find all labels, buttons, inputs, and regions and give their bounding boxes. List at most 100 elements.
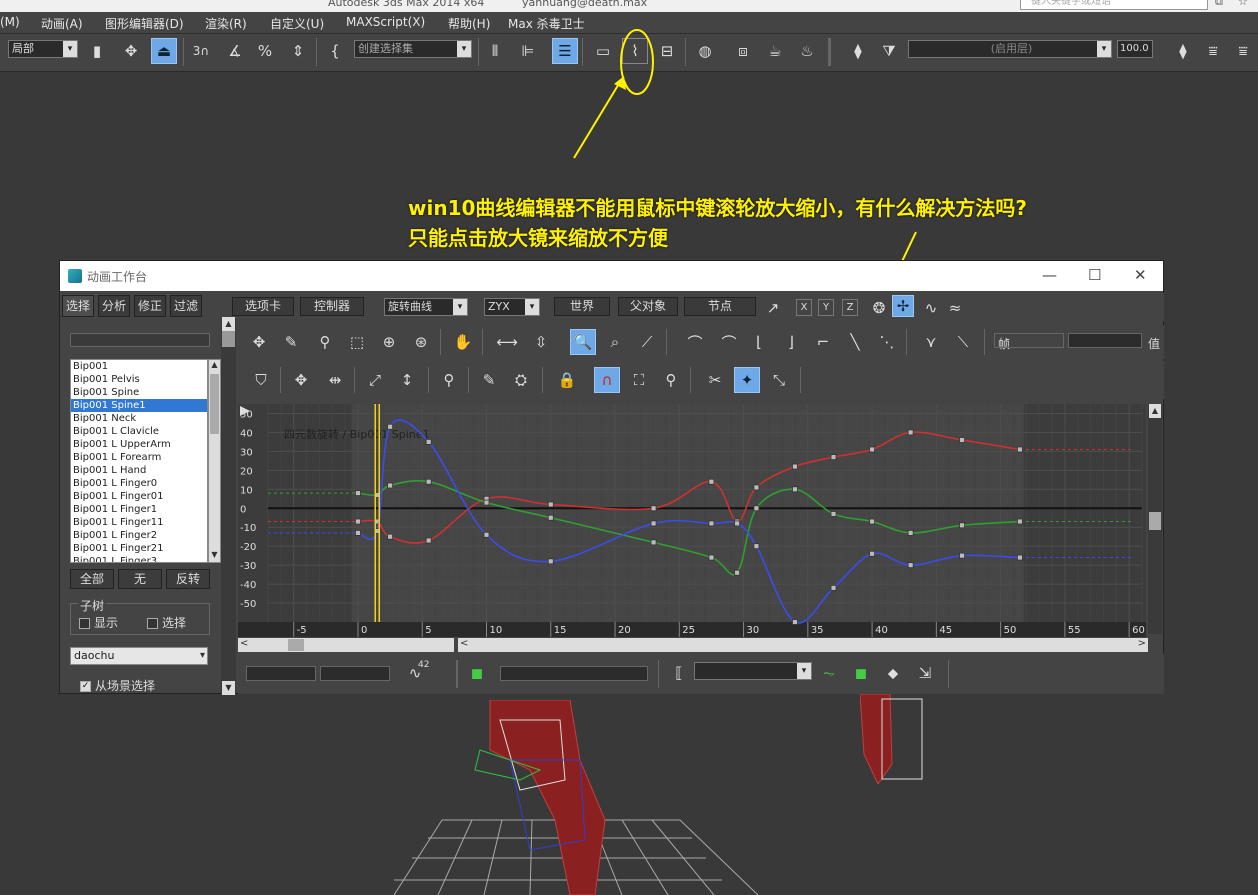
key-point[interactable]: [650, 505, 657, 512]
curve-vertical-scrollbar[interactable]: ▲: [1148, 404, 1162, 634]
mirror-icon[interactable]: ⫴: [482, 38, 508, 64]
bone-list-item[interactable]: Bip001 L Forearm: [71, 451, 207, 464]
show-all-tangents-icon[interactable]: ⤡: [766, 367, 792, 393]
select-all-button[interactable]: 全部: [70, 569, 114, 589]
isolate-curve-icon[interactable]: ⟋: [634, 329, 660, 355]
frame-horizontal-icon[interactable]: ⟷: [494, 329, 520, 355]
bottom-field-2[interactable]: [320, 666, 390, 681]
move-keys-icon[interactable]: ✥: [246, 329, 272, 355]
scroll-down-icon[interactable]: ▼: [209, 550, 220, 562]
layer-dropdown[interactable]: (启用层) ▾: [908, 40, 1112, 58]
layer-extra-icon[interactable]: ⩸: [1230, 38, 1256, 64]
invert-selection-button[interactable]: 反转: [166, 569, 210, 589]
tangent-fast-icon[interactable]: ⌊: [746, 329, 772, 355]
scroll-thumb[interactable]: [210, 374, 219, 434]
frame-field[interactable]: [994, 333, 1064, 348]
menu-item-antivirus[interactable]: Max 杀毒卫士: [508, 15, 585, 32]
snap-toggle-icon[interactable]: 3 ∩: [188, 38, 214, 64]
export-icon[interactable]: ⇲: [912, 660, 938, 686]
render-setup-icon[interactable]: ⧈: [730, 38, 756, 64]
binoculars-icon[interactable]: ⧉: [1215, 0, 1223, 9]
key-point[interactable]: [425, 478, 432, 485]
remove-object-icon[interactable]: ⬥: [880, 660, 906, 686]
layer-stack-icon[interactable]: ⩸: [1200, 38, 1226, 64]
retime-tool-icon[interactable]: ⊕: [376, 329, 402, 355]
key-point[interactable]: [387, 423, 394, 430]
bottom-field-1[interactable]: [246, 666, 316, 681]
minimize-button[interactable]: —: [1042, 266, 1057, 284]
y-axis-button[interactable]: Y: [818, 299, 834, 316]
bone-list-item[interactable]: Bip001 Neck: [71, 412, 207, 425]
name-filter-field[interactable]: [70, 333, 210, 347]
key-point[interactable]: [907, 530, 914, 536]
angle-snap-icon[interactable]: ∡: [222, 38, 248, 64]
scale-keys-icon[interactable]: ⤢: [362, 367, 388, 393]
tab-fix[interactable]: 修正: [134, 295, 166, 317]
menu-item-graph-editors[interactable]: 图形编辑器(D): [105, 15, 184, 32]
node-button[interactable]: 节点: [684, 297, 756, 316]
key-point[interactable]: [753, 505, 760, 512]
key-point[interactable]: [547, 501, 554, 508]
key-point[interactable]: [869, 446, 875, 453]
key-point[interactable]: [708, 520, 715, 527]
layer-create-icon[interactable]: ⧫: [845, 38, 871, 64]
manage-layers-icon[interactable]: ☰: [552, 38, 578, 64]
scale-values-icon[interactable]: ↕: [394, 367, 420, 393]
key-point[interactable]: [650, 520, 657, 527]
scroll-right-icon[interactable]: >: [1138, 638, 1146, 649]
bottom-field-3[interactable]: [500, 666, 648, 681]
key-point[interactable]: [547, 558, 554, 565]
key-point[interactable]: [1016, 446, 1023, 453]
key-point[interactable]: [869, 518, 875, 525]
close-button[interactable]: ✕: [1134, 266, 1147, 284]
key-point[interactable]: [959, 522, 965, 529]
z-axis-button[interactable]: Z: [842, 299, 858, 316]
add-key-icon[interactable]: ⚲: [312, 329, 338, 355]
key-point[interactable]: [753, 484, 760, 491]
show-keys-icon[interactable]: ✦: [734, 367, 760, 393]
zoom-magnifier-icon[interactable]: 🔍: [570, 329, 596, 355]
bone-list-item[interactable]: Bip001 L Finger11: [71, 516, 207, 529]
curve-editor-icon[interactable]: ⌇: [622, 38, 648, 64]
scroll-left-icon[interactable]: <: [460, 638, 468, 649]
from-scene-checkbox[interactable]: ✓ 从场景选择: [80, 677, 155, 694]
key-point[interactable]: [959, 437, 965, 443]
move-keys-2-icon[interactable]: ✥: [288, 367, 314, 393]
pointer-key-icon[interactable]: ✢: [892, 295, 914, 317]
scroll-up-icon[interactable]: ▲: [1149, 404, 1161, 418]
named-selection-set-dropdown[interactable]: 创建选择集 ▾: [354, 40, 472, 58]
unify-tangent-icon[interactable]: ⟍: [950, 329, 976, 355]
tabs-button[interactable]: 选项卡: [232, 297, 294, 316]
key-point[interactable]: [650, 539, 657, 546]
frame-vertical-icon[interactable]: ⇳: [528, 329, 554, 355]
layer-add-icon[interactable]: ⧩: [876, 38, 902, 64]
value-field[interactable]: [1068, 333, 1142, 348]
subtree-select-checkbox[interactable]: 选择: [147, 614, 186, 631]
key-point[interactable]: [869, 550, 875, 557]
key-point[interactable]: [708, 478, 715, 485]
key-point[interactable]: [830, 584, 837, 591]
bone-list-item[interactable]: Bip001 L UpperArm: [71, 438, 207, 451]
menu-item-help[interactable]: 帮助(H): [448, 15, 490, 32]
key-point[interactable]: [547, 514, 554, 521]
bone-list-item[interactable]: Bip001 L Finger2: [71, 529, 207, 542]
key-point[interactable]: [907, 562, 914, 569]
slide-keys-icon[interactable]: ⇹: [322, 367, 348, 393]
reduce-keys-icon[interactable]: ⛭: [508, 367, 534, 393]
tab-analyze[interactable]: 分析: [98, 295, 130, 317]
bone-list[interactable]: Bip001 Bip001 Pelvis Bip001 Spine Bip001 Sp…: [70, 359, 208, 563]
menu-item-modifiers[interactable]: (M): [0, 15, 20, 29]
menu-item-rendering[interactable]: 渲染(R): [205, 15, 247, 32]
bone-list-scrollbar[interactable]: ▲ ▼: [208, 359, 221, 563]
curve-graph[interactable]: 50403020100-10-20-30-40-50-5 0 5 10 15 20 25 30…: [238, 404, 1146, 637]
key-point[interactable]: [1016, 518, 1023, 525]
sphere-icon[interactable]: ❂: [866, 295, 892, 321]
key-point[interactable]: [734, 569, 741, 576]
bone-list-item[interactable]: Bip001 L Hand: [71, 464, 207, 477]
key-point[interactable]: [1016, 554, 1023, 561]
selection-cube-icon[interactable]: ◼: [464, 660, 490, 686]
axis-order-dropdown[interactable]: ZYX ▾: [484, 298, 540, 316]
key-point[interactable]: [830, 511, 837, 517]
add-object-icon[interactable]: ◼: [848, 660, 874, 686]
scroll-up-icon[interactable]: ▲: [222, 317, 235, 331]
